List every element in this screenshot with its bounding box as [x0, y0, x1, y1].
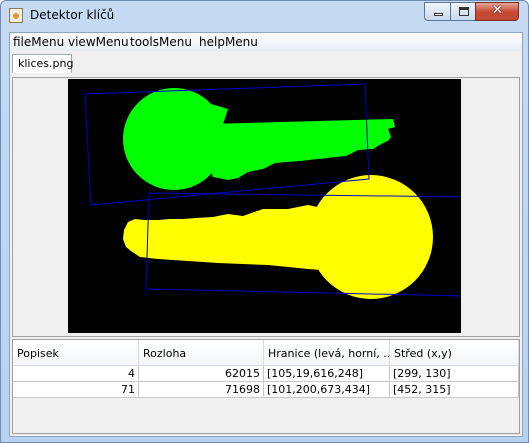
- cell-popisek: 71: [13, 382, 139, 398]
- client-area: fileMenu viewMenu toolsMenu helpMenu kli…: [9, 32, 523, 437]
- cell-rozloha: 62015: [139, 366, 264, 382]
- tab-bar: klices.png: [10, 51, 522, 73]
- cell-popisek: 4: [13, 366, 139, 382]
- table-row[interactable]: 4 62015 [105,19,616,248] [299, 130]: [13, 366, 519, 382]
- image-panel: [12, 77, 520, 337]
- column-header-rozloha[interactable]: Rozloha: [139, 340, 264, 365]
- cell-hranice: [105,19,616,248]: [264, 366, 390, 382]
- cell-hranice: [101,200,673,434]: [264, 382, 390, 398]
- table-header: Popisek Rozloha Hranice (levá, horní, ..…: [13, 340, 519, 366]
- tab-klices-png[interactable]: klices.png: [12, 54, 74, 73]
- app-window: Detektor klíčů fileMenu viewMenu toolsMe…: [0, 0, 529, 443]
- maximize-button[interactable]: [450, 2, 476, 21]
- column-header-stred[interactable]: Střed (x,y): [390, 340, 519, 365]
- menu-tools[interactable]: toolsMenu: [130, 35, 192, 49]
- column-header-hranice[interactable]: Hranice (levá, horní, ...: [264, 340, 390, 365]
- menu-file[interactable]: fileMenu: [13, 35, 64, 49]
- menu-bar: fileMenu viewMenu toolsMenu helpMenu: [10, 33, 522, 51]
- green-key: [123, 88, 395, 190]
- column-header-popisek[interactable]: Popisek: [13, 340, 139, 365]
- menu-help[interactable]: helpMenu: [199, 35, 258, 49]
- table-row[interactable]: 71 71698 [101,200,673,434] [452, 315]: [13, 382, 519, 398]
- title-bar[interactable]: Detektor klíčů: [1, 1, 528, 31]
- cell-stred: [299, 130]: [390, 366, 519, 382]
- close-button[interactable]: [475, 2, 519, 21]
- minimize-button[interactable]: [424, 2, 451, 21]
- tab-label: klices.png: [18, 57, 74, 70]
- image-canvas: [68, 79, 467, 333]
- cell-rozloha: 71698: [139, 382, 264, 398]
- menu-view[interactable]: viewMenu: [68, 35, 129, 49]
- window-title: Detektor klíčů: [30, 8, 115, 22]
- cell-stred: [452, 315]: [390, 382, 519, 398]
- detection-image: [84, 83, 467, 299]
- java-app-icon: [9, 8, 23, 23]
- results-table: Popisek Rozloha Hranice (levá, horní, ..…: [12, 339, 520, 434]
